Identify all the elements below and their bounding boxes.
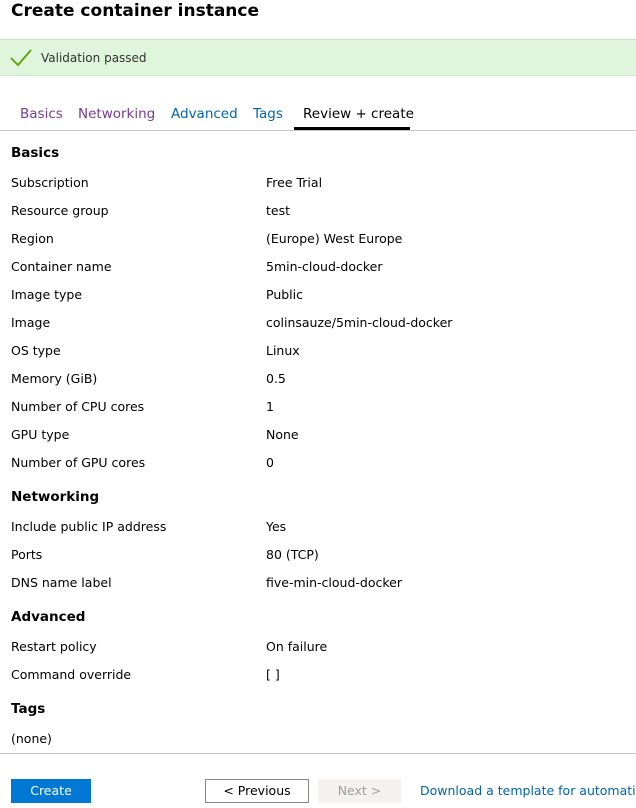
previous-button[interactable]: < Previous — [205, 779, 309, 803]
section-heading-basics: Basics — [11, 145, 60, 161]
tab-review-create[interactable]: Review + create — [303, 106, 414, 122]
section-heading-tags: Tags — [11, 701, 46, 717]
validation-banner: Validation passed — [0, 39, 636, 76]
row-value: On failure — [266, 639, 328, 654]
row-value: Free Trial — [266, 175, 323, 190]
row-value: None — [266, 427, 299, 442]
row-label: Region — [11, 231, 54, 246]
row-value: 0 — [266, 455, 274, 470]
row-value: five-min-cloud-docker — [266, 575, 402, 590]
row-value: [ ] — [266, 667, 280, 682]
row-label: OS type — [11, 343, 61, 358]
validation-message: Validation passed — [41, 51, 147, 65]
tab-basics[interactable]: Basics — [20, 106, 63, 122]
row-label: DNS name label — [11, 575, 112, 590]
footer-divider — [0, 753, 636, 754]
active-tab-indicator — [294, 127, 410, 130]
row-label: Include public IP address — [11, 519, 167, 534]
row-label: Number of GPU cores — [11, 455, 146, 470]
row-label: Image type — [11, 287, 83, 302]
section-heading-advanced: Advanced — [11, 609, 86, 625]
row-label: Command override — [11, 667, 132, 682]
next-button[interactable]: Next > — [318, 779, 401, 803]
section-heading-networking: Networking — [11, 489, 100, 505]
tab-networking[interactable]: Networking — [78, 106, 155, 122]
row-label: (none) — [11, 731, 52, 746]
row-label: Subscription — [11, 175, 89, 190]
row-label: Container name — [11, 259, 112, 274]
row-value: 5min-cloud-docker — [266, 259, 383, 274]
row-value: 1 — [266, 399, 274, 414]
row-label: Ports — [11, 547, 43, 562]
row-label: GPU type — [11, 427, 70, 442]
row-label: Memory (GiB) — [11, 371, 98, 386]
row-label: Restart policy — [11, 639, 97, 654]
row-label: Number of CPU cores — [11, 399, 145, 414]
row-label: Resource group — [11, 203, 109, 218]
tab-strip: Basics Networking Advanced Tags Review +… — [0, 100, 636, 131]
row-value: Linux — [266, 343, 300, 358]
row-value: test — [266, 203, 291, 218]
row-value: 80 (TCP) — [266, 547, 319, 562]
row-value: Public — [266, 287, 303, 302]
row-value: colinsauze/5min-cloud-docker — [266, 315, 453, 330]
row-value: Yes — [266, 519, 287, 534]
page-title: Create container instance — [11, 1, 260, 21]
tab-tags[interactable]: Tags — [253, 106, 283, 122]
row-value: (Europe) West Europe — [266, 231, 403, 246]
row-value: 0.5 — [266, 371, 286, 386]
tab-advanced[interactable]: Advanced — [171, 106, 238, 122]
checkmark-icon — [10, 49, 32, 67]
download-template-link[interactable]: Download a template for automation — [420, 783, 636, 798]
row-label: Image — [11, 315, 51, 330]
create-button[interactable]: Create — [11, 779, 91, 803]
